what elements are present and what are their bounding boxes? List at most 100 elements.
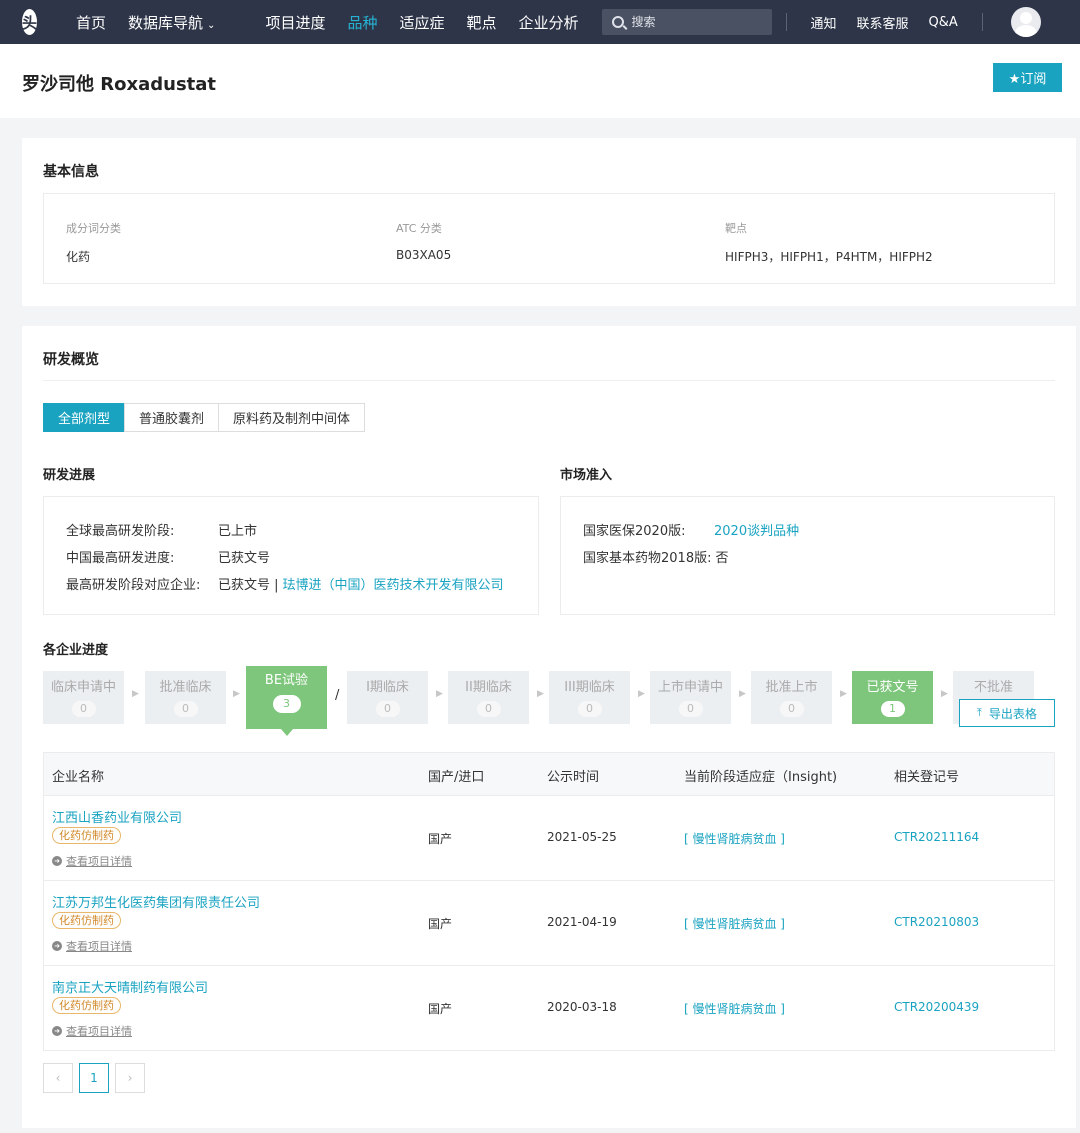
basic-info-box: 成分词分类 化药 ATC 分类 B03XA05 靶点 HIFPH3，HIFPH1… xyxy=(43,193,1055,284)
stage-name: 批准上市 xyxy=(765,680,818,695)
user-avatar-icon[interactable] xyxy=(1010,7,1041,37)
field-targets: 靶点 HIFPH3，HIFPH1，P4HTM，HIFPH2 xyxy=(725,220,933,265)
next-page-button[interactable]: › xyxy=(115,1063,145,1093)
view-detail-label: 查看项目详情 xyxy=(66,855,132,868)
stage-approval-number[interactable]: 已获文号 1 xyxy=(852,671,933,724)
indication-link[interactable]: [ 慢性肾脏病贫血 ] xyxy=(684,830,785,847)
field-atc: ATC 分类 B03XA05 xyxy=(396,220,451,262)
table-row: 南京正大天晴制药有限公司 化药仿制药 ➜ 查看项目详情 国产 2020-03-18… xyxy=(44,965,1054,1050)
chevron-right-icon: ▶ xyxy=(638,689,645,699)
registration-link[interactable]: CTR20211164 xyxy=(894,830,979,844)
nav-notifications[interactable]: 通知 xyxy=(811,13,837,32)
company-progress-title: 各企业进度 xyxy=(43,643,109,658)
registration-link[interactable]: CTR20200439 xyxy=(894,1000,979,1014)
rd-overview-card: 研发概览 全部剂型 普通胶囊剂 原料药及制剂中间体 研发进展 市场准入 全球最高… xyxy=(22,326,1076,1128)
drug-type-tag: 化药仿制药 xyxy=(52,827,121,844)
stage-clinical-application[interactable]: 临床申请中 0 xyxy=(43,671,124,724)
field-label: 成分词分类 xyxy=(66,222,121,235)
divider xyxy=(43,380,1055,381)
rd-progress-panel: 全球最高研发阶段: 已上市 中国最高研发进度: 已获文号 最高研发阶段对应企业:… xyxy=(43,496,539,615)
view-detail-link[interactable]: ➜ 查看项目详情 xyxy=(52,1023,132,1039)
origin-cell: 国产 xyxy=(428,832,453,846)
arrow-right-icon: ➜ xyxy=(52,941,62,951)
stage-market-application[interactable]: 上市申请中 0 xyxy=(650,671,731,724)
indication-link[interactable]: [ 慢性肾脏病贫血 ] xyxy=(684,915,785,932)
row-key: 全球最高研发阶段: xyxy=(66,524,175,539)
nav-database[interactable]: 数据库导航 ⌄ xyxy=(128,12,215,33)
stage-phase2[interactable]: II期临床 0 xyxy=(448,671,529,724)
rd-progress-title: 研发进展 xyxy=(43,468,96,483)
row-value: 已获文号 xyxy=(218,551,271,566)
nav-indications[interactable]: 适应症 xyxy=(399,12,444,33)
arrow-right-icon: ➜ xyxy=(52,856,62,866)
export-table-button[interactable]: ⤒ 导出表格 xyxy=(959,699,1055,727)
stage-count: 3 xyxy=(272,695,301,713)
tab-capsule[interactable]: 普通胶囊剂 xyxy=(124,403,220,432)
row-key: 国家基本药物2018版: xyxy=(583,551,712,566)
stage-clinical-approved[interactable]: 批准临床 0 xyxy=(145,671,226,724)
nav-support[interactable]: 联系客服 xyxy=(857,13,909,32)
prev-page-button[interactable]: ‹ xyxy=(43,1063,73,1093)
row-key: 中国最高研发进度: xyxy=(66,551,175,566)
chevron-right-icon: ▶ xyxy=(941,689,948,699)
stage-name: 上市申请中 xyxy=(657,680,723,695)
stage-count: 0 xyxy=(779,701,804,717)
chevron-right-icon: ▶ xyxy=(537,689,544,699)
stage-separator: / xyxy=(335,688,340,703)
stage-count: 0 xyxy=(173,701,198,717)
stage-market-approved[interactable]: 批准上市 0 xyxy=(751,671,832,724)
insurance-link[interactable]: 2020谈判品种 xyxy=(714,520,799,539)
brand-logo[interactable]: 头 xyxy=(22,9,38,35)
indication-link[interactable]: [ 慢性肾脏病贫血 ] xyxy=(684,1000,785,1017)
stage-phase3[interactable]: III期临床 0 xyxy=(549,671,630,724)
search-input[interactable] xyxy=(631,15,772,29)
arrow-right-icon: ➜ xyxy=(52,1026,62,1036)
drug-type-tag: 化药仿制药 xyxy=(52,912,121,929)
company-name-link[interactable]: 江西山香药业有限公司 xyxy=(52,807,182,826)
search-box[interactable] xyxy=(601,9,772,35)
chevron-right-icon: ▶ xyxy=(233,689,240,699)
tab-all-dosage[interactable]: 全部剂型 xyxy=(43,403,126,432)
field-value: B03XA05 xyxy=(396,248,452,262)
page-1-button[interactable]: 1 xyxy=(79,1063,109,1093)
view-detail-link[interactable]: ➜ 查看项目详情 xyxy=(52,853,132,869)
view-detail-label: 查看项目详情 xyxy=(66,1025,132,1038)
company-name-link[interactable]: 江苏万邦生化医药集团有限责任公司 xyxy=(52,892,260,911)
company-link[interactable]: 珐博进（中国）医药技术开发有限公司 xyxy=(283,574,504,593)
table-header: 企业名称 国产/进口 公示时间 当前阶段适应症（Insight) 相关登记号 xyxy=(44,753,1054,795)
stage-phase1[interactable]: I期临床 0 xyxy=(347,671,428,724)
market-row-insurance: 国家医保2020版: 2020谈判品种 xyxy=(583,520,799,539)
nav-targets[interactable]: 靶点 xyxy=(466,12,496,33)
stage-name: II期临床 xyxy=(465,680,512,695)
nav-company-analysis[interactable]: 企业分析 xyxy=(519,12,579,33)
nav-divider xyxy=(785,13,787,31)
search-icon xyxy=(611,16,624,28)
nav-right: 通知 联系客服 Q&A xyxy=(772,7,1080,37)
nav-home[interactable]: 首页 xyxy=(76,12,106,33)
stage-count: 0 xyxy=(577,701,602,717)
date-cell: 2021-05-25 xyxy=(547,830,617,844)
chevron-right-icon: ▶ xyxy=(436,689,443,699)
field-label: ATC 分类 xyxy=(396,222,442,235)
view-detail-link[interactable]: ➜ 查看项目详情 xyxy=(52,938,132,954)
row-key: 国家医保2020版: xyxy=(583,524,686,539)
stage-name: I期临床 xyxy=(366,680,409,695)
registration-link[interactable]: CTR20210803 xyxy=(894,915,979,929)
nav-varieties[interactable]: 品种 xyxy=(347,12,377,33)
company-name-link[interactable]: 南京正大天晴制药有限公司 xyxy=(52,977,208,996)
market-access-panel: 国家医保2020版: 2020谈判品种 国家基本药物2018版: 否 xyxy=(560,496,1055,615)
table-row: 江西山香药业有限公司 化药仿制药 ➜ 查看项目详情 国产 2021-05-25 [… xyxy=(44,795,1054,880)
row-value: 已获文号 | xyxy=(218,578,279,593)
chevron-down-icon: ⌄ xyxy=(207,19,216,31)
nav-project-progress[interactable]: 项目进度 xyxy=(265,12,325,33)
chevron-right-icon: ▶ xyxy=(840,689,847,699)
top-navbar: 头 首页 数据库导航⌄ 项目进度 品种 适应症 靶点 企业分析 通知 联系客服 … xyxy=(0,0,1080,44)
tab-api-intermediate[interactable]: 原料药及制剂中间体 xyxy=(218,403,366,432)
nav-qa[interactable]: Q&A xyxy=(929,15,958,30)
field-value: HIFPH3，HIFPH1，P4HTM，HIFPH2 xyxy=(725,250,933,264)
chevron-right-icon: ▶ xyxy=(739,689,746,699)
subscribe-button[interactable]: ★订阅 xyxy=(993,63,1062,92)
stage-be-trial[interactable]: BE试验 3 xyxy=(246,666,327,736)
nav-database-label: 数据库导航 xyxy=(128,13,204,32)
upload-icon: ⤒ xyxy=(977,706,982,719)
